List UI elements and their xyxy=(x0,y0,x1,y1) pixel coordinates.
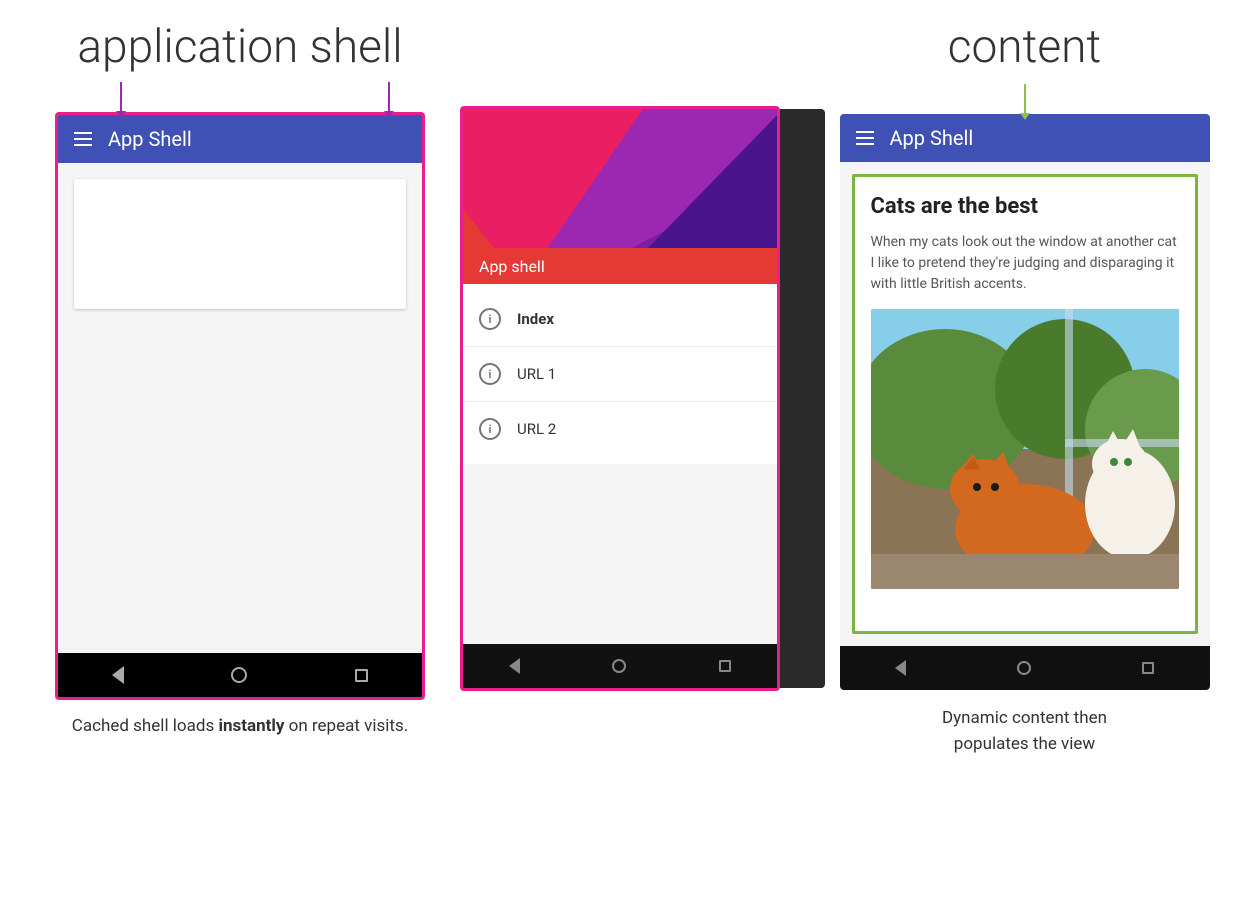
phone3-home-icon[interactable] xyxy=(1017,661,1031,675)
phone1-card xyxy=(74,179,406,309)
info-icon-index: i xyxy=(479,308,501,330)
nav-label-url2: URL 2 xyxy=(517,420,556,438)
phone2-navbar xyxy=(463,644,777,688)
cat-image xyxy=(871,309,1179,589)
content-heading: content xyxy=(948,20,1101,74)
content-arrow xyxy=(1024,84,1026,114)
phone2-filler xyxy=(463,464,777,644)
phone3-title: App Shell xyxy=(890,126,974,150)
phone3-back-icon[interactable] xyxy=(895,660,906,676)
cats-description: When my cats look out the window at anot… xyxy=(871,232,1179,295)
middle-section: App shell i Index i URL 1 i URL 2 xyxy=(440,20,800,691)
phone2-recent-icon[interactable] xyxy=(719,660,731,672)
left-caption: Cached shell loads instantly on repeat v… xyxy=(72,714,408,740)
phone3-recent-icon[interactable] xyxy=(1142,662,1154,674)
nav-item-url2[interactable]: i URL 2 xyxy=(463,402,777,456)
arrow-left xyxy=(120,82,122,112)
nav-item-index[interactable]: i Index xyxy=(463,292,777,347)
nav-label-url1: URL 1 xyxy=(517,365,556,383)
nav-label-index: Index xyxy=(517,310,554,328)
phone1-title: App Shell xyxy=(108,127,192,151)
nav-item-url1[interactable]: i URL 1 xyxy=(463,347,777,402)
app-shell-overlay: App shell xyxy=(463,248,777,284)
phone3-content-area: Cats are the best When my cats look out … xyxy=(840,162,1210,646)
phone1-content xyxy=(58,163,422,653)
phone2-back-icon[interactable] xyxy=(509,658,520,674)
info-icon-url1: i xyxy=(479,363,501,385)
phone2-shadow xyxy=(780,109,825,688)
home-icon[interactable] xyxy=(231,667,247,683)
right-section: content App Shell Cats are the best When… xyxy=(830,20,1219,757)
app-shell-heading: application shell xyxy=(77,20,402,74)
hamburger-icon[interactable] xyxy=(74,132,92,146)
left-section: application shell App Shell xyxy=(30,20,450,740)
cats-title: Cats are the best xyxy=(871,193,1179,222)
arrow-right xyxy=(388,82,390,112)
phone2-nav-list: i Index i URL 1 i URL 2 xyxy=(463,284,777,464)
phone3-frame: App Shell Cats are the best When my cats… xyxy=(840,114,1210,690)
app-shell-label: App shell xyxy=(479,257,545,276)
phone3-navbar xyxy=(840,646,1210,690)
recent-icon[interactable] xyxy=(355,669,368,682)
main-container: application shell App Shell xyxy=(0,0,1249,923)
phone1-navbar xyxy=(58,653,422,697)
right-caption: Dynamic content then populates the view xyxy=(942,706,1107,757)
phone3-green-card: Cats are the best When my cats look out … xyxy=(852,174,1198,634)
phone2-frame: App shell i Index i URL 1 i URL 2 xyxy=(460,106,780,691)
phone1-toolbar: App Shell xyxy=(58,115,422,163)
back-icon[interactable] xyxy=(112,666,124,684)
info-icon-url2: i xyxy=(479,418,501,440)
phone3-toolbar: App Shell xyxy=(840,114,1210,162)
phone2-header-image: App shell xyxy=(463,109,777,284)
phone3-hamburger-icon[interactable] xyxy=(856,131,874,145)
phone2-home-icon[interactable] xyxy=(612,659,626,673)
phone1-frame: App Shell xyxy=(55,112,425,700)
